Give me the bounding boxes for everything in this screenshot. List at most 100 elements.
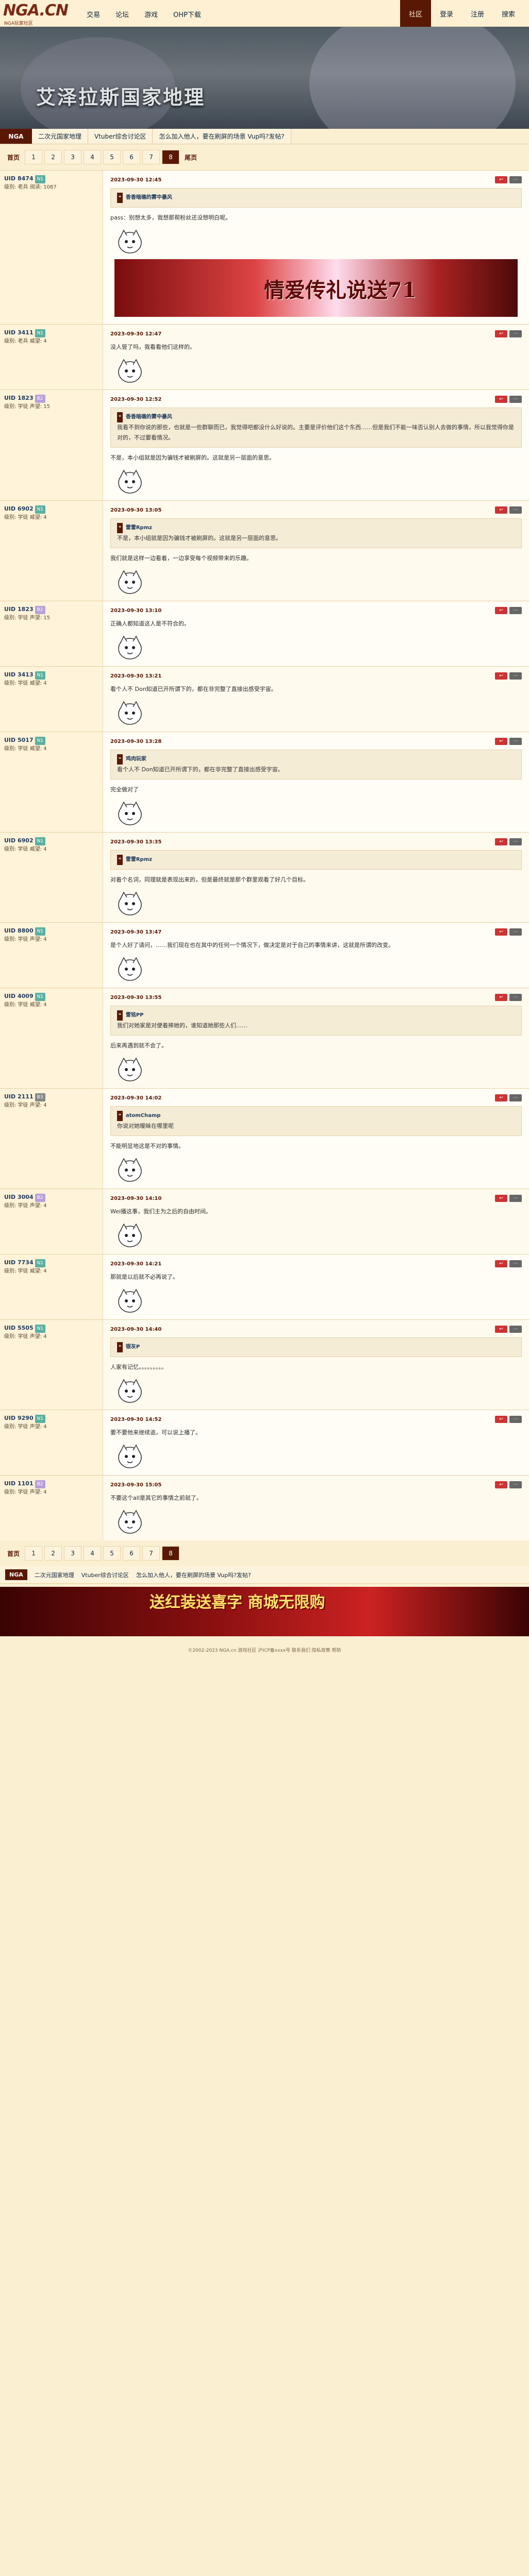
page-link[interactable]: 1 bbox=[25, 1546, 43, 1561]
page-link[interactable]: 4 bbox=[84, 150, 102, 164]
reply-icon[interactable]: ↩ bbox=[495, 1094, 507, 1101]
page-link[interactable]: 7 bbox=[142, 1546, 160, 1561]
ad-banner-top[interactable]: 情爱传礼说送71 bbox=[114, 259, 518, 317]
quote-author[interactable]: 雷雷Rpmz bbox=[126, 523, 152, 533]
reply-icon[interactable]: ↩ bbox=[495, 396, 507, 403]
reply-icon[interactable]: ↩ bbox=[495, 1326, 507, 1333]
quote-author[interactable]: atomChamp bbox=[126, 1111, 161, 1121]
more-icon[interactable]: ⋯ bbox=[509, 738, 522, 745]
more-icon[interactable]: ⋯ bbox=[509, 607, 522, 614]
reply-icon[interactable]: ↩ bbox=[495, 1416, 507, 1423]
page-link[interactable]: 2 bbox=[44, 1546, 62, 1561]
nav-community[interactable]: 社区 bbox=[400, 0, 431, 27]
pager-last[interactable]: 尾页 bbox=[181, 150, 200, 164]
author-uid[interactable]: UID 3004 bbox=[4, 1194, 34, 1200]
author-uid[interactable]: UID 9290 bbox=[4, 1415, 34, 1421]
reply-icon[interactable]: ↩ bbox=[495, 672, 507, 680]
sticker-icon bbox=[113, 357, 146, 384]
more-icon[interactable]: ⋯ bbox=[509, 1195, 522, 1202]
quote-author[interactable]: 香香暗礁的雾中暴风 bbox=[126, 193, 172, 203]
pager-first[interactable]: 首页 bbox=[4, 1546, 23, 1561]
more-icon[interactable]: ⋯ bbox=[509, 838, 522, 845]
more-icon[interactable]: ⋯ bbox=[509, 1094, 522, 1101]
author-uid[interactable]: UID 1823 bbox=[4, 606, 34, 613]
more-icon[interactable]: ⋯ bbox=[509, 672, 522, 680]
author-info: 级别: 学徒 威望: 4 bbox=[4, 1002, 47, 1008]
page-link[interactable]: 6 bbox=[123, 1546, 141, 1561]
breadcrumb-item[interactable]: 怎么加入他人，要在刷屏的场景 Vup吗?发帖? bbox=[153, 129, 291, 144]
reply-icon[interactable]: ↩ bbox=[495, 506, 507, 514]
quote-author[interactable]: 雷雷Rpmz bbox=[126, 855, 152, 865]
nav-link-forum[interactable]: 论坛 bbox=[115, 9, 129, 19]
nav-link-games[interactable]: 游戏 bbox=[144, 9, 158, 19]
page-current[interactable]: 8 bbox=[162, 1546, 180, 1561]
more-icon[interactable]: ⋯ bbox=[509, 1326, 522, 1333]
reply-icon[interactable]: ↩ bbox=[495, 1481, 507, 1488]
author-uid[interactable]: UID 1823 bbox=[4, 395, 34, 401]
reply-icon[interactable]: ↩ bbox=[495, 994, 507, 1001]
page-link[interactable]: 3 bbox=[64, 1546, 82, 1561]
pager-first[interactable]: 首页 bbox=[4, 150, 23, 164]
page-link[interactable]: 5 bbox=[103, 150, 121, 164]
reply-icon[interactable]: ↩ bbox=[495, 1195, 507, 1202]
page-link[interactable]: 2 bbox=[44, 150, 62, 164]
author-uid[interactable]: UID 2111 bbox=[4, 1093, 34, 1100]
nav-link-app[interactable]: OHP下载 bbox=[173, 9, 201, 19]
reply-icon[interactable]: ↩ bbox=[495, 1260, 507, 1267]
more-icon[interactable]: ⋯ bbox=[509, 994, 522, 1001]
reply-icon[interactable]: ↩ bbox=[495, 607, 507, 614]
author-uid[interactable]: UID 6902 bbox=[4, 837, 34, 844]
breadcrumb-home[interactable]: NGA bbox=[5, 1569, 27, 1580]
breadcrumb-item[interactable]: 怎么加入他人，要在刷屏的场景 Vup吗?发帖? bbox=[136, 1571, 251, 1579]
breadcrumb-home[interactable]: NGA bbox=[0, 129, 32, 144]
reply-icon[interactable]: ↩ bbox=[495, 928, 507, 936]
quote-author[interactable]: 银灰P bbox=[126, 1342, 140, 1352]
nav-login[interactable]: 登录 bbox=[431, 0, 462, 27]
page-link[interactable]: 1 bbox=[25, 150, 43, 164]
more-icon[interactable]: ⋯ bbox=[509, 330, 522, 337]
more-icon[interactable]: ⋯ bbox=[509, 928, 522, 936]
quote-author[interactable]: 香香暗礁的雾中暴风 bbox=[126, 412, 172, 422]
page-link[interactable]: 3 bbox=[64, 150, 82, 164]
post-text: 没人管了吗，我看看他们这样的。 bbox=[110, 344, 195, 350]
more-icon[interactable]: ⋯ bbox=[509, 1416, 522, 1423]
author-uid[interactable]: UID 6902 bbox=[4, 505, 34, 512]
more-icon[interactable]: ⋯ bbox=[509, 396, 522, 403]
author-uid[interactable]: UID 3413 bbox=[4, 671, 34, 678]
page-link[interactable]: 4 bbox=[84, 1546, 102, 1561]
nav-link-trade[interactable]: 交易 bbox=[87, 9, 100, 19]
page-link[interactable]: 5 bbox=[103, 1546, 121, 1561]
breadcrumb-item[interactable]: 二次元国家地理 bbox=[35, 1571, 74, 1579]
more-icon[interactable]: ⋯ bbox=[509, 506, 522, 514]
reply-icon[interactable]: ↩ bbox=[495, 330, 507, 337]
breadcrumb-item[interactable]: Vtuber综合讨论区 bbox=[81, 1571, 129, 1579]
more-icon[interactable]: ⋯ bbox=[509, 1260, 522, 1267]
page-link[interactable]: 6 bbox=[123, 150, 141, 164]
reply-icon[interactable]: ↩ bbox=[495, 176, 507, 183]
author-badge: N1 bbox=[35, 505, 46, 514]
site-logo[interactable]: NGA.CN NGA玩家社区 bbox=[0, 2, 72, 27]
author-uid[interactable]: UID 8474 bbox=[4, 175, 34, 182]
nav-register[interactable]: 注册 bbox=[462, 0, 493, 27]
quote-author[interactable]: 雷铭PP bbox=[126, 1010, 144, 1021]
nav-search[interactable]: 搜索 bbox=[493, 0, 524, 27]
reply-icon[interactable]: ↩ bbox=[495, 838, 507, 845]
author-uid[interactable]: UID 8800 bbox=[4, 927, 34, 934]
author-uid[interactable]: UID 1101 bbox=[4, 1480, 34, 1487]
page-link[interactable]: 7 bbox=[142, 150, 160, 164]
reply-icon[interactable]: ↩ bbox=[495, 738, 507, 745]
more-icon[interactable]: ⋯ bbox=[509, 176, 522, 183]
quote-author[interactable]: 鸡肉玩家 bbox=[126, 754, 146, 765]
breadcrumb-item[interactable]: 二次元国家地理 bbox=[32, 129, 89, 144]
author-uid[interactable]: UID 7734 bbox=[4, 1259, 34, 1266]
author-uid[interactable]: UID 5505 bbox=[4, 1325, 34, 1331]
author-uid[interactable]: UID 3411 bbox=[4, 329, 34, 336]
more-icon[interactable]: ⋯ bbox=[509, 1481, 522, 1488]
post-body: 2023-09-30 14:52 ↩ ⋯ 要不要他来继续追，可以说上播了。 bbox=[103, 1410, 529, 1475]
sticker-icon bbox=[113, 1442, 146, 1470]
author-uid[interactable]: UID 5017 bbox=[4, 737, 34, 743]
breadcrumb-item[interactable]: Vtuber综合讨论区 bbox=[88, 129, 153, 144]
page-current[interactable]: 8 bbox=[162, 150, 180, 164]
author-uid[interactable]: UID 4009 bbox=[4, 993, 34, 999]
ad-banner-bottom[interactable]: 送红装送喜字 商城无限购 bbox=[0, 1587, 529, 1636]
